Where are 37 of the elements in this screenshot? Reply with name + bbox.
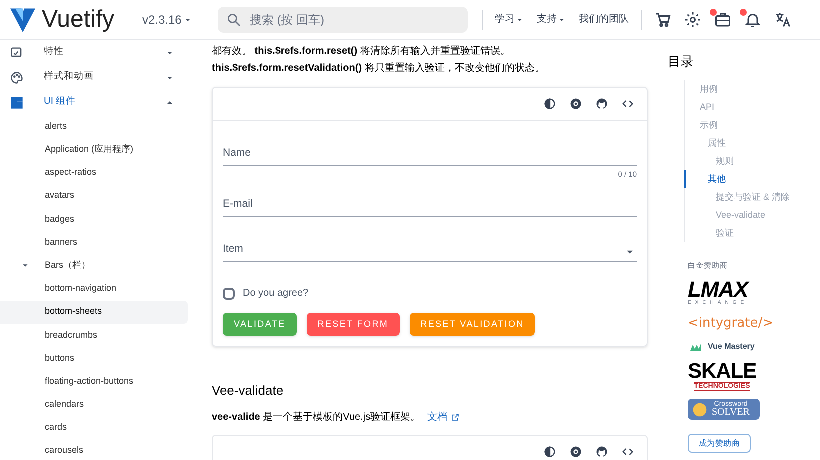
input-field[interactable]: Item xyxy=(223,233,637,262)
sidebar-item[interactable]: alerts xyxy=(0,115,188,138)
section-heading: Vee-validate xyxy=(212,382,285,400)
sidebar-item[interactable]: cards xyxy=(0,416,188,440)
sidebar-item[interactable]: bottom-navigation xyxy=(0,277,188,300)
sidebar-item[interactable]: aspect-ratios xyxy=(0,161,188,185)
sponsor-logo[interactable]: Vue Mastery xyxy=(688,341,755,354)
sidebar-group[interactable]: UI 组件 xyxy=(0,90,188,115)
input-field[interactable]: Name xyxy=(223,137,637,166)
sidebar-item[interactable]: Application (应用程序) xyxy=(0,138,188,162)
sidebar-item[interactable]: Bars（栏） xyxy=(0,254,188,278)
docs-link[interactable]: 文档 xyxy=(427,410,460,424)
nav-link[interactable]: 我们的团队 xyxy=(578,12,629,27)
nav-link[interactable]: 学习 xyxy=(494,12,525,27)
sidebar-item[interactable]: floating-action-buttons xyxy=(0,370,188,394)
paragraph: this.$refs.form.resetValidation() 将只重置输入验证，不改变他们的状态。 xyxy=(212,62,546,76)
sidebar-item[interactable]: carousels xyxy=(0,440,188,460)
search-field[interactable]: 搜索 (按 回车) xyxy=(218,6,468,32)
become-sponsor-button[interactable]: 成为赞助商 xyxy=(688,434,751,454)
toc-title: 目录 xyxy=(668,53,695,71)
sidebar-item[interactable]: banners xyxy=(0,230,188,254)
sidebar-item[interactable]: avatars xyxy=(0,184,188,208)
toc-link[interactable]: 其他 xyxy=(684,170,820,188)
checkbox[interactable]: Do you agree? xyxy=(223,286,637,301)
sidebar-group[interactable]: 样式和动画 xyxy=(0,65,188,90)
sidebar-item[interactable]: calendars xyxy=(0,393,188,416)
nav-link[interactable]: 支持 xyxy=(536,12,567,27)
sidebar-item[interactable]: bottom-sheets xyxy=(0,300,188,324)
sidebar-item[interactable]: buttons xyxy=(0,346,188,370)
paragraph: 都有效。 this.$refs.form.reset() 将清除所有输入并重置验证错误。 xyxy=(212,44,512,59)
sidebar-item[interactable]: badges xyxy=(0,208,188,231)
sidebar-group[interactable]: 特性 xyxy=(0,40,188,65)
logo-text: Vuetify xyxy=(42,4,114,34)
version-menu[interactable]: v2.3.16 xyxy=(142,10,194,28)
input-field[interactable]: E-mail xyxy=(223,188,637,217)
paragraph: vee-valide 是一个基于模板的Vue.js验证框架。 文档 xyxy=(212,410,648,424)
sidebar-item[interactable]: breadcrumbs xyxy=(0,324,188,347)
